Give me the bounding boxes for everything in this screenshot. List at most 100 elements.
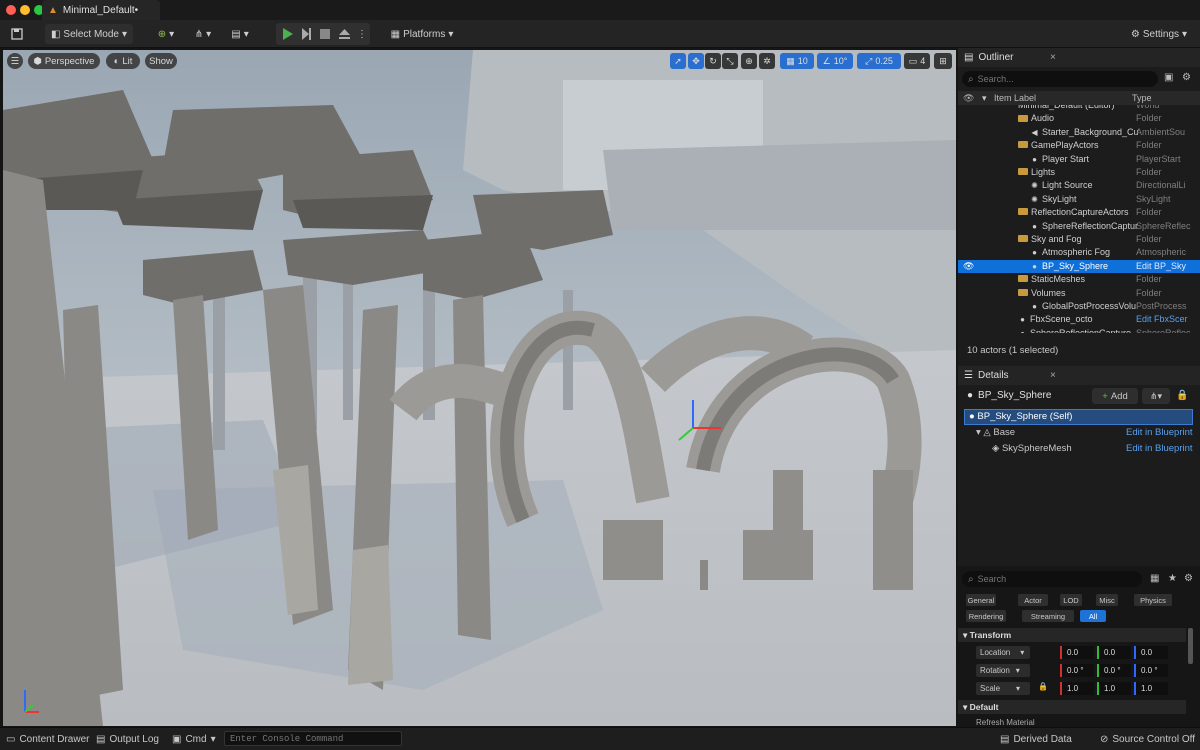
scale-y-field[interactable]: 1.0 [1097, 682, 1131, 695]
minimize-window-button[interactable] [20, 5, 30, 15]
camera-speed-button[interactable]: ▭ 4 [904, 53, 930, 69]
outliner-row[interactable]: Audio Folder [958, 112, 1200, 125]
rotate-tool-button[interactable]: ↻ [705, 53, 721, 69]
scale-mode-dropdown[interactable]: Scale ▾ [976, 682, 1030, 695]
add-content-button[interactable]: ⊕ ▾ [152, 24, 180, 44]
filter-actor[interactable]: Actor [1018, 594, 1048, 606]
outliner-row[interactable]: ◀ Starter_Background_Cu AmbientSou [958, 126, 1200, 139]
scale-z-field[interactable]: 1.0 [1134, 682, 1168, 695]
outliner-row[interactable]: ● GlobalPostProcessVolu PostProcess [958, 300, 1200, 313]
world-local-button[interactable]: ⊕ [741, 53, 757, 69]
console-command-box[interactable] [224, 731, 402, 746]
item-label-column[interactable]: Item Label [994, 91, 1036, 105]
blueprints-button[interactable]: ⋔ ▾ [189, 24, 217, 44]
rotation-snap-button[interactable]: ∠ 10° [817, 53, 853, 69]
translate-tool-button[interactable]: ✥ [688, 53, 704, 69]
location-mode-dropdown[interactable]: Location ▾ [976, 646, 1030, 659]
console-command-input[interactable] [230, 733, 398, 744]
level-viewport[interactable]: ☰ ⬢ Perspective ◐ Lit Show ➚ ✥ ↻ ⤡ ⊕ ✲ ▦ 10… [3, 50, 956, 726]
cmd-dropdown[interactable]: ▣ Cmd ▾ [172, 732, 216, 746]
details-search-input[interactable] [977, 574, 1128, 584]
close-window-button[interactable] [6, 5, 16, 15]
outliner-row[interactable]: ● SphereReflectionCaptur SphereReflec [958, 220, 1200, 233]
scale-x-field[interactable]: 1.0 [1060, 682, 1094, 695]
close-icon[interactable]: × [1050, 52, 1056, 63]
scale-snap-button[interactable]: ⤢ 0.25 [857, 53, 901, 69]
location-y-field[interactable]: 0.0 [1097, 646, 1131, 659]
filter-misc[interactable]: Misc [1096, 594, 1118, 606]
star-icon[interactable]: ★ [1168, 573, 1177, 584]
level-tab[interactable]: ▲ Minimal_Default• [42, 0, 160, 20]
location-x-field[interactable]: 0.0 [1060, 646, 1094, 659]
settings-button[interactable]: ⚙ Settings ▾ [1126, 24, 1192, 44]
outliner-row[interactable]: ✺ Light Source DirectionalLi [958, 179, 1200, 192]
save-button[interactable] [8, 24, 26, 44]
select-mode-dropdown[interactable]: ◧ Select Mode ▾ [45, 24, 133, 44]
rotation-x-field[interactable]: 0.0 ° [1060, 664, 1094, 677]
viewport-menu-button[interactable]: ☰ [7, 53, 23, 69]
platforms-dropdown[interactable]: ▦ Platforms ▾ [389, 24, 455, 44]
default-section-header[interactable]: ▾ Default [958, 700, 1186, 714]
blueprint-options-button[interactable]: ⋔▾ [1142, 388, 1170, 404]
outliner-search-input[interactable] [977, 74, 1148, 84]
cinematics-button[interactable]: ▤ ▾ [226, 24, 254, 44]
details-settings-icon[interactable]: ⚙ [1184, 573, 1193, 584]
filter-all[interactable]: All [1080, 610, 1106, 622]
outliner-row[interactable]: ● Player Start PlayerStart [958, 153, 1200, 166]
outliner-row[interactable]: Lights Folder [958, 166, 1200, 179]
rotation-z-field[interactable]: 0.0 ° [1134, 664, 1168, 677]
outliner-row[interactable]: ● FbxScene_octo Edit FbxScer [958, 313, 1200, 326]
add-folder-icon[interactable]: ▣ [1164, 72, 1173, 83]
stop-button[interactable] [317, 24, 333, 44]
select-tool-button[interactable]: ➚ [670, 53, 686, 69]
filter-lod[interactable]: LOD [1060, 594, 1082, 606]
outliner-row[interactable]: ✺ SkyLight SkyLight [958, 193, 1200, 206]
rotation-mode-dropdown[interactable]: Rotation ▾ [976, 664, 1030, 677]
component-self-row[interactable]: ● BP_Sky_Sphere (Self) [964, 409, 1193, 425]
rotation-y-field[interactable]: 0.0 ° [1097, 664, 1131, 677]
type-column[interactable]: Type [1132, 91, 1152, 105]
view-mode-button[interactable]: ◐ Lit [106, 53, 140, 69]
lock-scale-icon[interactable]: 🔒 [1038, 682, 1048, 691]
edit-in-blueprint-link[interactable]: Edit in Blueprint [1126, 427, 1193, 438]
outliner-row[interactable]: GamePlayActors Folder [958, 139, 1200, 152]
perspective-button[interactable]: ⬢ Perspective [28, 53, 100, 69]
outliner-row[interactable]: ●SphereReflectionCapture SphereReflec [958, 327, 1200, 333]
outliner-row[interactable]: ● Atmospheric Fog Atmospheric [958, 246, 1200, 259]
derived-data-button[interactable]: ▤ Derived Data [1000, 732, 1072, 746]
filter-physics[interactable]: Physics [1134, 594, 1172, 606]
outliner-settings-icon[interactable]: ⚙ [1182, 72, 1191, 83]
outliner-search-box[interactable]: ⌕ [962, 71, 1158, 87]
step-button[interactable] [298, 24, 314, 44]
edit-in-blueprint-link-2[interactable]: Edit in Blueprint [1126, 443, 1193, 454]
outliner-row[interactable]: 👁 ● BP_Sky_Sphere Edit BP_Sky [958, 259, 1200, 274]
location-z-field[interactable]: 0.0 [1134, 646, 1168, 659]
details-tab[interactable]: ☰ Details × [958, 366, 1200, 385]
outliner-row[interactable]: Minimal_Default (Editor) World [958, 105, 1200, 112]
scale-tool-button[interactable]: ⤡ [722, 53, 738, 69]
show-button[interactable]: Show [145, 53, 177, 69]
content-drawer-button[interactable]: ▭ Content Drawer [6, 732, 89, 746]
outliner-row[interactable]: StaticMeshes Folder [958, 273, 1200, 286]
output-log-button[interactable]: ▤ Output Log [96, 732, 159, 746]
transform-section-header[interactable]: ▾ Transform [958, 628, 1186, 642]
table-view-icon[interactable]: ▦ [1150, 573, 1159, 584]
details-search-box[interactable]: ⌕ [962, 571, 1142, 587]
filter-general[interactable]: General [966, 594, 996, 606]
surface-snap-button[interactable]: ✲ [759, 53, 775, 69]
filter-streaming[interactable]: Streaming [1022, 610, 1074, 622]
close-icon[interactable]: × [1050, 370, 1056, 381]
add-component-button[interactable]: + Add [1092, 388, 1138, 404]
outliner-row[interactable]: Volumes Folder [958, 287, 1200, 300]
visibility-eye-icon[interactable]: 👁 [963, 260, 974, 273]
lock-icon[interactable]: 🔒 [1176, 390, 1188, 401]
source-control-button[interactable]: ⊘ Source Control Off [1100, 732, 1195, 746]
play-button[interactable] [279, 24, 295, 44]
filter-rendering[interactable]: Rendering [966, 610, 1006, 622]
eject-button[interactable] [336, 24, 352, 44]
outliner-row[interactable]: ReflectionCaptureActors Folder [958, 206, 1200, 219]
outliner-tab[interactable]: ▤ Outliner × [958, 48, 1200, 67]
details-scrollbar[interactable] [1188, 628, 1193, 664]
base-component-row[interactable]: ▾ ◬ Base [976, 427, 1015, 438]
outliner-row[interactable]: Sky and Fog Folder [958, 233, 1200, 246]
